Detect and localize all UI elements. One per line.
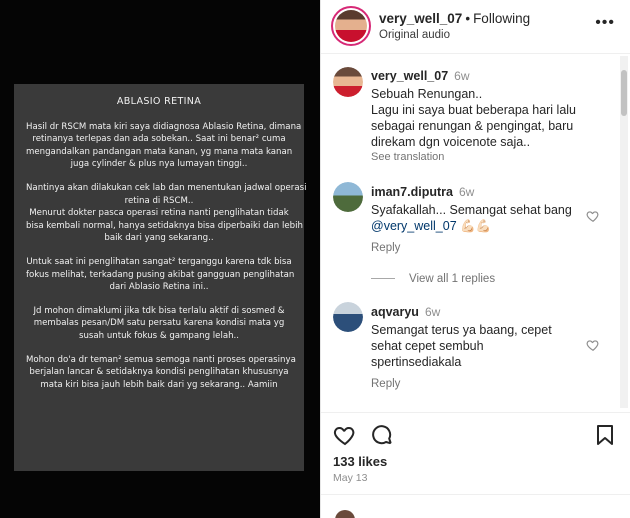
divider (321, 494, 630, 495)
more-horizontal-icon[interactable]: ••• (595, 14, 615, 32)
commenter-username[interactable]: aqvaryu (371, 305, 419, 319)
note-line: Menurut dokter pasca operasi retina nant… (29, 208, 289, 219)
note-line: fokus melihat, terkadang pusing akibat g… (26, 269, 295, 280)
reply-button[interactable]: Reply (371, 378, 400, 390)
commenter-line: iman7.diputra 6w (371, 185, 474, 199)
note-line: Mohon do'a dr teman² semua semoga nanti … (26, 354, 296, 365)
commenter-line: aqvaryu 6w (371, 305, 440, 319)
post-date: May 13 (333, 472, 368, 484)
note-line: Jd mohon dimaklumi jika tdk bisa terlalu… (33, 305, 285, 316)
note-image: ABLASIO RETINA Hasil dr RSCM mata kiri s… (14, 84, 307, 471)
note-line: dari Ablasio Retina ini.. (109, 282, 209, 293)
commenter-avatar[interactable] (333, 302, 363, 332)
author-line: very_well_07 • Following (379, 11, 530, 26)
comment-line: sebagai renungan & pengingat, baru (371, 119, 574, 133)
comment-text: Semangat terus ya baang, cepet sehat cep… (371, 322, 552, 370)
comment-time: 6w (454, 69, 470, 83)
comment-line: Semangat terus ya baang, cepet (371, 323, 552, 337)
comment-line: direkam dgn voicenote saja.. (371, 135, 531, 149)
note-title: ABLASIO RETINA (116, 96, 202, 107)
note-line: bisa kembali normal, hanya setidaknya bi… (26, 220, 303, 231)
comment-line: Syafakallah... Semangat sehat bang (371, 203, 572, 217)
note-line: susah untuk fokus & gampang lelah.. (78, 330, 240, 341)
note-paragraph: Untuk saat ini penglihatan sangat² terga… (26, 256, 295, 294)
note-line: membalas pesan/DM satu persatu karena ko… (33, 318, 285, 329)
note-line: retina di RSCM.. (124, 195, 194, 206)
note-line: Untuk saat ini penglihatan sangat² terga… (26, 256, 292, 267)
comment-line: Sebuah Renungan.. (371, 87, 483, 101)
note-line: Nantinya akan dilakukan cek lab dan mene… (26, 182, 307, 193)
note-paragraph: Hasil dr RSCM mata kiri saya didiagnosa … (26, 121, 302, 171)
note-line: baik dari yang sekarang.. (104, 233, 214, 244)
reply-button[interactable]: Reply (371, 242, 400, 254)
comment-time: 6w (458, 185, 475, 199)
comment-line: sehat cepet sembuh (371, 339, 484, 353)
comment-bubble-icon[interactable] (370, 423, 394, 447)
commenter-avatar[interactable] (333, 182, 363, 212)
post-media: ABLASIO RETINA Hasil dr RSCM mata kiri s… (0, 0, 320, 518)
comment-line: spertinsediakala (371, 355, 462, 369)
separator-dot: • (465, 11, 471, 26)
like-heart-icon[interactable] (333, 423, 357, 447)
note-paragraph: Nantinya akan dilakukan cek lab dan mene… (26, 182, 307, 245)
commenter-username[interactable]: iman7.diputra (371, 185, 453, 199)
author-username[interactable]: very_well_07 (379, 11, 462, 26)
comment-line: Lagu ini saya buat beberapa hari lalu (371, 103, 577, 117)
note-line: mata kiri bisa jauh lebih baik dari yg s… (40, 379, 278, 390)
note-paragraph: Mohon do'a dr teman² semua semoga nanti … (26, 354, 296, 392)
commenter-avatar[interactable] (333, 67, 363, 97)
comments-panel: very_well_07 • Following Original audio ••… (320, 0, 630, 518)
following-button[interactable]: Following (473, 11, 530, 26)
scrollbar-thumb[interactable] (621, 70, 627, 116)
post-header: very_well_07 • Following Original audio ••… (321, 0, 630, 54)
original-audio-link[interactable]: Original audio (379, 29, 450, 41)
comment-emoji: 💪🏻💪🏻 (460, 219, 492, 233)
note-line: Hasil dr RSCM mata kiri saya didiagnosa … (26, 121, 302, 132)
view-replies-link[interactable]: View all 1 replies (371, 273, 495, 285)
comment-line: @very_well_07 💪🏻💪🏻 (371, 218, 572, 234)
comment-text: Sebuah Renungan.. Lagu ini saya buat beb… (371, 86, 576, 150)
author-avatar[interactable] (331, 6, 371, 46)
comment-time: 6w (424, 305, 441, 319)
see-translation-link[interactable]: See translation (371, 151, 444, 163)
mention-link[interactable]: @very_well_07 (371, 219, 457, 233)
heart-icon[interactable] (586, 338, 600, 352)
heart-icon[interactable] (586, 209, 600, 223)
replies-divider (371, 278, 395, 280)
note-line: retinanya terlepas dan ada sobekan.. Saa… (32, 134, 286, 145)
likes-count[interactable]: 133 likes (333, 454, 387, 469)
comment-text: Syafakallah... Semangat sehat bang @very… (371, 202, 572, 234)
commenter-username[interactable]: very_well_07 (371, 69, 448, 83)
commenter-line: very_well_07 6w (371, 69, 470, 83)
note-line: mengandalkan pandangan mata kanan, yg ma… (26, 146, 293, 157)
note-line: juga cylinder & plus nya lumayan tinggi.… (70, 159, 248, 170)
bookmark-icon[interactable] (593, 423, 617, 447)
note-paragraph: Jd mohon dimaklumi jika tdk bisa terlalu… (26, 305, 292, 343)
note-line: berjalan lancar & setidaknya kondisi pen… (29, 367, 289, 378)
view-replies-label: View all 1 replies (409, 273, 496, 285)
